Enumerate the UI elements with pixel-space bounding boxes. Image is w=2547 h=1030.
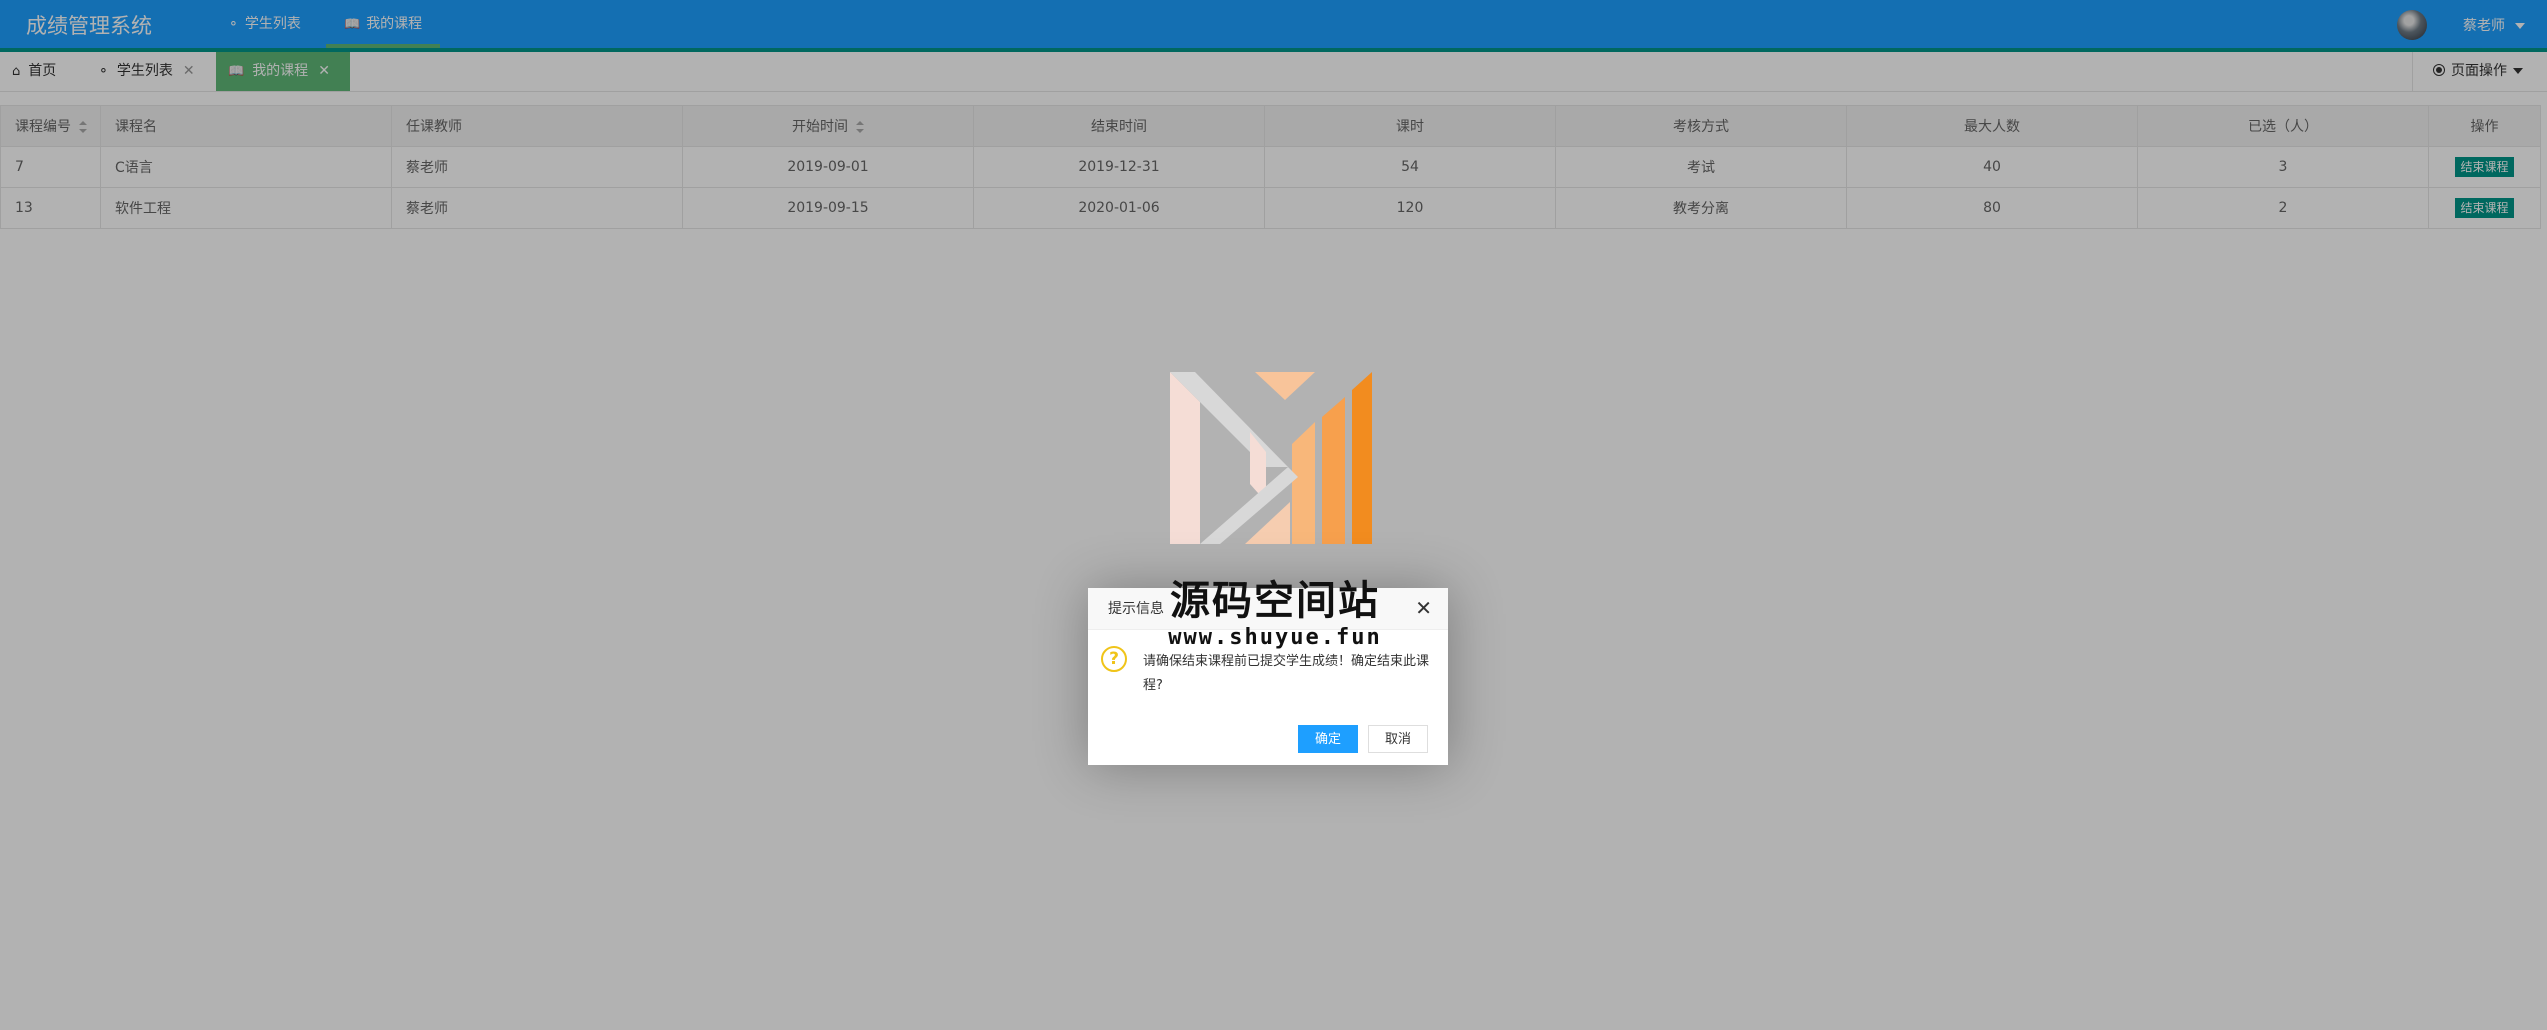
watermark-bar-1 [1170,372,1200,544]
watermark-bar-6 [1352,372,1372,544]
question-icon: ? [1101,646,1127,672]
watermark-url: www.shuyue.fun [1168,625,1382,650]
close-icon[interactable]: ✕ [1415,596,1432,620]
dialog-message: 请确保结束课程前已提交学生成绩！确定结束此课程? [1143,654,1430,693]
watermark-title: 源码空间站 [1170,578,1380,624]
watermark-bar-5 [1322,397,1345,544]
watermark-triangle [1255,372,1315,400]
watermark-logo [1170,372,1372,544]
confirm-button[interactable]: 确定 [1298,725,1358,753]
watermark-bar-4 [1292,422,1315,544]
cancel-button[interactable]: 取消 [1368,725,1428,753]
